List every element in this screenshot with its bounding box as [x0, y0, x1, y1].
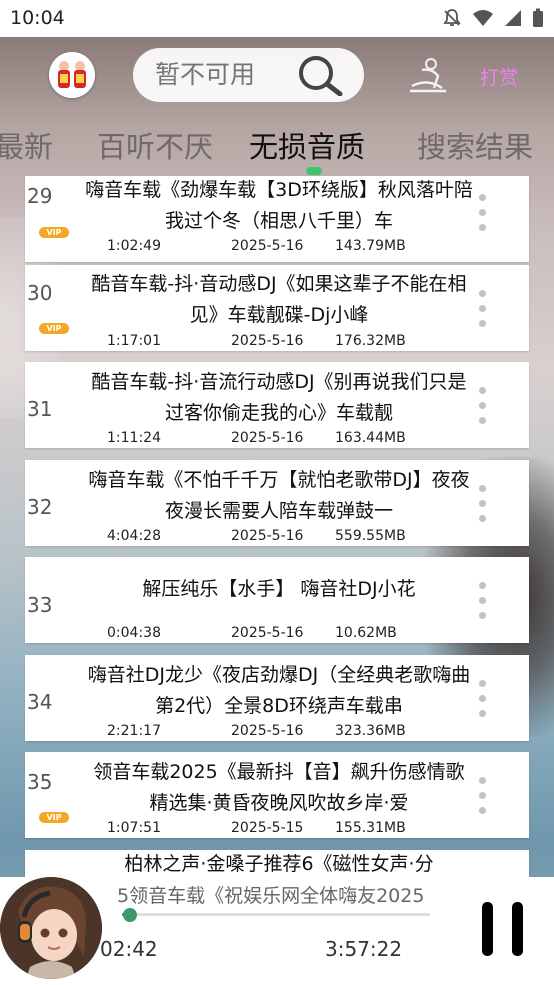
active-tab-indicator	[306, 167, 322, 175]
album-cover[interactable]	[0, 877, 102, 979]
song-title: 领音车载2025《最新抖【音】飙升伤感情歌精选集·黄昏夜晚风吹故乡岸·爱	[93, 761, 465, 814]
tab-bar: 最新 百听不厌 无损音质 搜索结果	[0, 124, 554, 174]
song-number: 30	[27, 281, 53, 305]
song-title: 酷音车载-抖·音动感DJ《如果这辈子不能在相见》车载靓碟-Dj小峰	[91, 273, 467, 326]
song-number: 35	[27, 770, 53, 794]
status-icons	[442, 8, 544, 28]
status-bar: 10:04	[0, 0, 554, 37]
progress-track[interactable]	[122, 913, 430, 916]
song-row[interactable]: 35 VIP 领音车载2025《最新抖【音】飙升伤感情歌精选集·黄昏夜晚风吹故乡…	[25, 752, 529, 838]
song-size: 143.79MB	[335, 238, 406, 254]
punch-button[interactable]: 打赏	[480, 63, 518, 90]
current-time: 02:42	[100, 937, 158, 961]
song-title: 酷音车载-抖·音流行动感DJ《别再说我们只是过客你偷走我的心》车载靓	[91, 371, 467, 424]
wifi-icon	[473, 10, 493, 26]
song-size: 559.55MB	[335, 528, 406, 544]
more-options-icon[interactable]	[472, 777, 492, 827]
vip-badge: VIP	[39, 812, 69, 823]
song-duration: 1:02:49	[107, 238, 161, 254]
song-date: 2025-5-16	[231, 723, 304, 739]
song-duration: 0:04:38	[107, 625, 161, 641]
progress-thumb[interactable]	[123, 908, 137, 922]
more-options-icon[interactable]	[472, 194, 492, 244]
notifications-off-icon	[443, 9, 461, 26]
song-row[interactable]: 33 解压纯乐【水手】 嗨音社DJ小花 0:04:38 2025-5-16 10…	[25, 557, 529, 643]
tab-lossless[interactable]: 无损音质	[249, 124, 365, 166]
song-number: 31	[27, 397, 53, 421]
song-duration: 1:17:01	[107, 333, 161, 349]
song-number: 33	[27, 593, 53, 617]
song-row[interactable]: 32 嗨音车载《不怕千千万【就怕老歌带DJ】夜夜夜漫长需要人陪车载弹鼓一 4:0…	[25, 460, 529, 546]
song-number: 29	[27, 184, 53, 208]
search-input[interactable]	[155, 56, 295, 93]
song-number: 32	[27, 495, 53, 519]
song-size: 155.31MB	[335, 820, 406, 836]
song-duration: 4:04:28	[107, 528, 161, 544]
song-size: 163.44MB	[335, 430, 406, 446]
battery-icon	[533, 8, 543, 27]
song-duration: 1:07:51	[107, 820, 161, 836]
song-title: 嗨音社DJ龙少《夜店劲爆DJ（全经典老歌嗨曲第2代）全景8D环绕声车载串	[87, 664, 471, 717]
dj-icon[interactable]	[408, 58, 448, 94]
tab-favorites[interactable]: 百听不厌	[97, 124, 213, 166]
song-size: 10.62MB	[335, 625, 397, 641]
song-duration: 1:11:24	[107, 430, 161, 446]
song-date: 2025-5-16	[231, 430, 304, 446]
song-duration: 2:21:17	[107, 723, 161, 739]
pause-button[interactable]	[482, 902, 524, 956]
song-size: 176.32MB	[335, 333, 406, 349]
tab-search-results[interactable]: 搜索结果	[417, 124, 533, 166]
song-date: 2025-5-16	[231, 333, 304, 349]
song-row[interactable]: 30 VIP 酷音车载-抖·音动感DJ《如果这辈子不能在相见》车载靓碟-Dj小峰…	[25, 265, 529, 351]
song-title: 柏林之声·金嗓子推荐6《磁性女声·分	[124, 853, 434, 875]
song-row[interactable]: 29 VIP 嗨音车载《劲爆车载【3D环绕版】秋风落叶陪我过个冬（相思八千里）车…	[25, 176, 529, 262]
app-logo[interactable]	[49, 52, 95, 98]
more-options-icon[interactable]	[472, 582, 492, 632]
song-date: 2025-5-16	[231, 238, 304, 254]
song-title: 解压纯乐【水手】 嗨音社DJ小花	[142, 578, 416, 600]
song-date: 2025-5-15	[231, 820, 304, 836]
vip-badge: VIP	[39, 323, 69, 334]
more-options-icon[interactable]	[472, 680, 492, 730]
song-title: 嗨音车载《不怕千千万【就怕老歌带DJ】夜夜夜漫长需要人陪车载弹鼓一	[88, 469, 470, 522]
song-row[interactable]: 34 嗨音社DJ龙少《夜店劲爆DJ（全经典老歌嗨曲第2代）全景8D环绕声车载串 …	[25, 655, 529, 741]
search-icon[interactable]	[296, 54, 344, 96]
now-playing-title[interactable]: 5领音车载《祝娱乐网全体嗨友2025	[117, 881, 442, 908]
total-time: 3:57:22	[325, 937, 403, 961]
more-options-icon[interactable]	[472, 290, 492, 340]
song-row[interactable]: 柏林之声·金嗓子推荐6《磁性女声·分	[25, 850, 529, 880]
song-number: 34	[27, 690, 53, 714]
cover-art-icon	[0, 877, 102, 979]
song-date: 2025-5-16	[231, 625, 304, 641]
song-title: 嗨音车载《劲爆车载【3D环绕版】秋风落叶陪我过个冬（相思八千里）车	[85, 179, 473, 232]
song-size: 323.36MB	[335, 723, 406, 739]
logo-icon	[49, 52, 95, 98]
pause-icon	[482, 902, 493, 956]
status-time: 10:04	[10, 7, 65, 29]
search-bar[interactable]	[133, 48, 364, 102]
song-row[interactable]: 31 酷音车载-抖·音流行动感DJ《别再说我们只是过客你偷走我的心》车载靓 1:…	[25, 362, 529, 448]
tab-latest[interactable]: 最新	[0, 124, 53, 166]
signal-icon	[505, 10, 521, 26]
more-options-icon[interactable]	[472, 485, 492, 535]
vip-badge: VIP	[39, 227, 69, 238]
song-date: 2025-5-16	[231, 528, 304, 544]
more-options-icon[interactable]	[472, 387, 492, 437]
